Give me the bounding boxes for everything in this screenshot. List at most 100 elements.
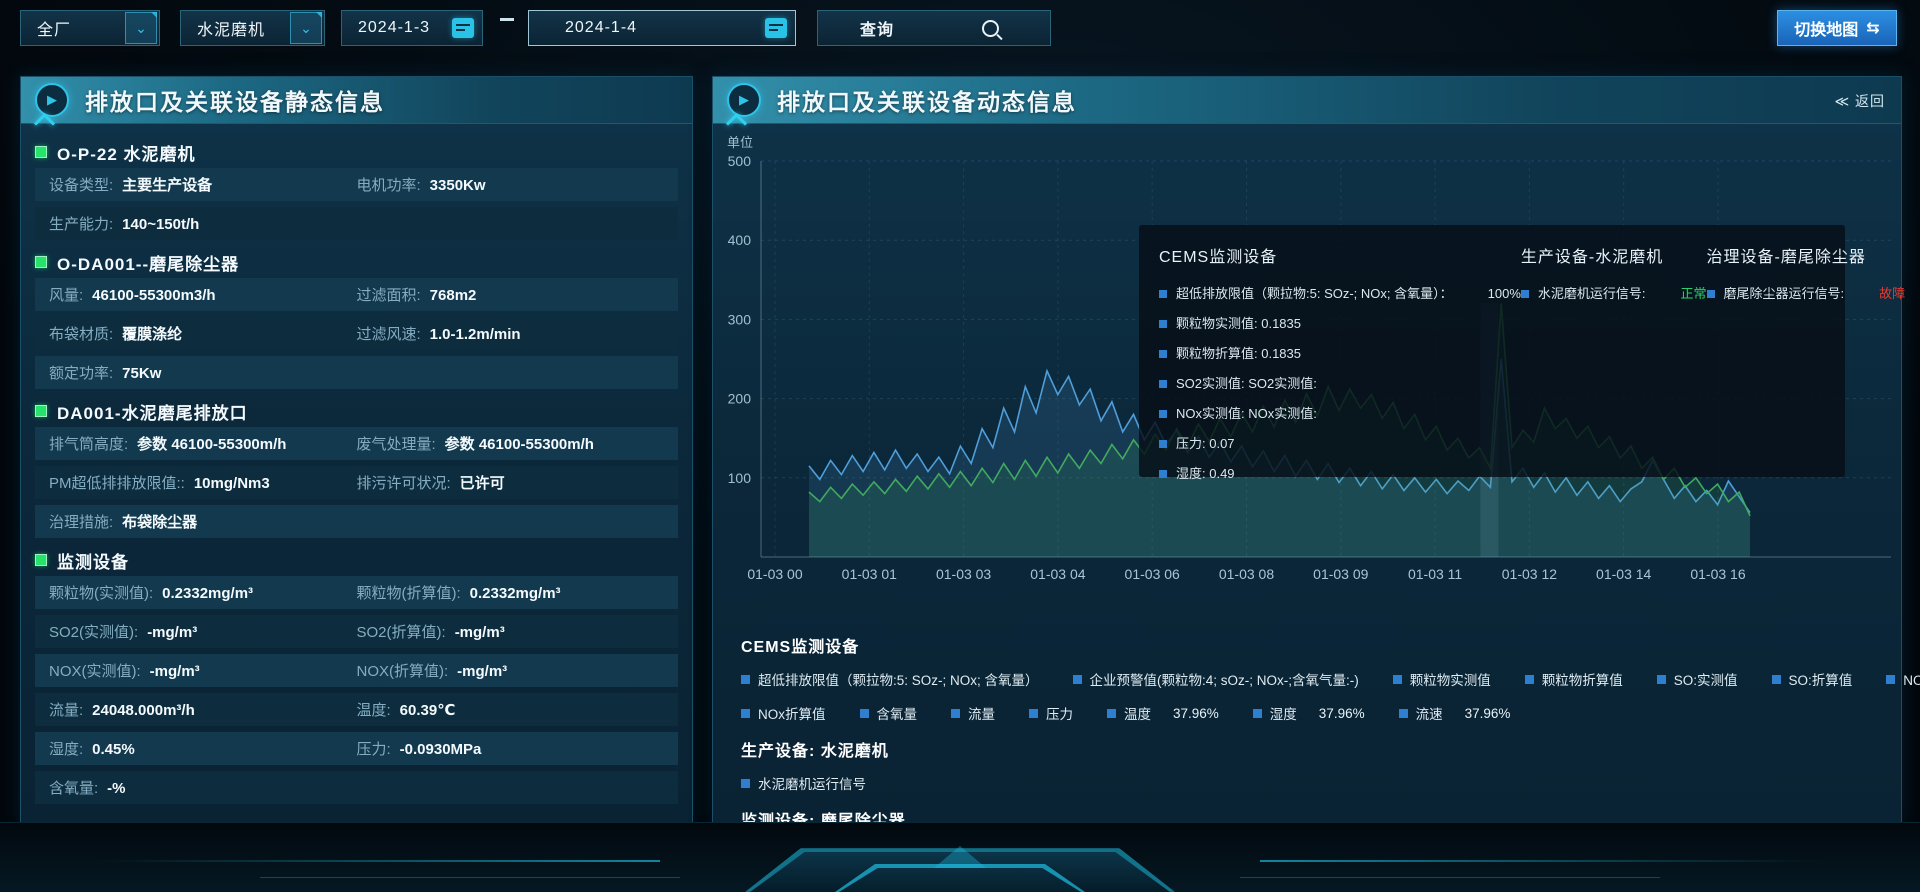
info-label: 压力: [357, 738, 391, 759]
chevron-down-icon[interactable]: ⌄ [290, 12, 322, 44]
section-header: 监测设备 [35, 544, 678, 576]
legend-square-icon [1657, 675, 1666, 684]
info-row: 设备类型:主要生产设备电机功率:3350Kw [35, 168, 678, 201]
legend-square-icon [1159, 470, 1167, 478]
legend-item[interactable]: 颗粒物实测值 [1393, 669, 1491, 689]
info-cell: 排污许可状况:已许可 [357, 472, 665, 493]
legend-item[interactable]: 流速37.96% [1399, 703, 1511, 723]
x-axis-tick-label: 01-03 14 [1596, 566, 1651, 582]
info-cell: 排气筒高度: 参数 46100-55300m/h [49, 433, 357, 454]
legend-item[interactable]: 颗粒物折算值 [1525, 669, 1623, 689]
legend-square-icon [1159, 380, 1167, 388]
legend-item-label: NOx实测值 [1903, 669, 1920, 689]
info-value: 0.45% [92, 741, 135, 758]
info-value: 24048.000m³/h [92, 702, 195, 719]
info-label: 湿度: [49, 738, 83, 759]
info-value: 0.2332mg/m³ [162, 585, 253, 602]
legend-item[interactable]: 含氧量 [860, 703, 918, 723]
chevron-down-icon[interactable]: ⌄ [125, 12, 157, 44]
y-axis-tick-label: 300 [728, 311, 752, 327]
legend-item[interactable]: 湿度37.96% [1253, 703, 1365, 723]
info-value: -mg/m³ [150, 663, 200, 680]
decor-line [260, 877, 680, 878]
tooltip-item-text: NOx实测值: NOx实测值: [1176, 403, 1317, 422]
info-cell: NOX(实测值): -mg/m³ [49, 660, 357, 681]
info-cell: PM超低排排放限值::10mg/Nm3 [49, 472, 357, 493]
legend-item[interactable]: NOx折算值 [741, 703, 826, 723]
info-label: 设备类型: [49, 174, 113, 195]
info-label: 过滤面积: [357, 284, 421, 305]
legend-square-icon [951, 709, 960, 718]
date-from-input[interactable]: 2024-1-3 [341, 10, 483, 46]
legend-item[interactable]: 压力 [1029, 703, 1073, 723]
legend-item[interactable]: NOx实测值 [1886, 669, 1920, 689]
green-square-icon [35, 256, 47, 268]
info-row: 颗粒物(实测值):0.2332mg/m³颗粒物(折算值):0.2332mg/m³ [35, 576, 678, 609]
tooltip-treatment-column: 治理设备-磨尾除尘器 磨尾除尘器运行信号: 故障 [1707, 243, 1906, 459]
info-value: -% [107, 780, 125, 797]
production-signal-status: 正常 [1681, 283, 1707, 302]
emissions-line-chart[interactable]: 单位10020030040050001-03 0001-03 0101-03 0… [713, 123, 1903, 823]
back-button[interactable]: ≪ 返回 [1834, 91, 1885, 111]
legend-square-icon [1393, 675, 1402, 684]
legend-square-icon [1159, 440, 1167, 448]
y-axis-tick-label: 500 [728, 153, 752, 169]
legend-item[interactable]: 企业预警值(颗粒物:4; sOz-; NOx-;含氧气量:-) [1073, 669, 1359, 689]
dynamic-info-panel: ▶ 排放口及关联设备动态信息 ≪ 返回 单位10020030040050001-… [712, 76, 1902, 823]
info-value: -mg/m³ [457, 663, 507, 680]
info-row: PM超低排排放限值::10mg/Nm3排污许可状况:已许可 [35, 466, 678, 499]
legend-item[interactable]: 流量 [951, 703, 995, 723]
calendar-icon[interactable] [452, 18, 474, 38]
x-axis-tick-label: 01-03 11 [1408, 566, 1462, 582]
info-row: 湿度:0.45%压力:-0.0930MPa [35, 732, 678, 765]
legend-square-icon [1029, 709, 1038, 718]
treatment-signal-status: 故障 [1879, 283, 1905, 302]
info-cell: SO2(实测值):-mg/m³ [49, 621, 357, 642]
tooltip-item-text: SO2实测值: SO2实测值: [1176, 373, 1317, 392]
info-cell: 过滤风速:1.0-1.2m/min [357, 323, 665, 344]
info-cell: 流量:24048.000m³/h [49, 699, 357, 720]
legend-item[interactable]: SO:实测值 [1657, 669, 1738, 689]
info-cell: 治理措施:布袋除尘器 [49, 511, 357, 532]
plant-select[interactable]: 全厂 ⌄ [20, 10, 160, 46]
query-button[interactable]: 查询 [817, 10, 1051, 46]
info-row: 风量:46100-55300m3/h过滤面积:768m2 [35, 278, 678, 311]
info-label: 布袋材质: [49, 323, 113, 344]
info-value: 10mg/Nm3 [194, 475, 270, 492]
production-group-items: 水泥磨机运行信号 [741, 773, 1881, 793]
legend-item-label: 颗粒物折算值 [1542, 669, 1623, 689]
static-info-list: O-P-22 水泥磨机设备类型:主要生产设备电机功率:3350Kw生产能力:14… [21, 124, 692, 804]
legend-row-1: 超低排放限值（颗拉物:5: SOz-; NOx; 含氧量） 企业预警值(颗粒物:4… [741, 669, 1881, 689]
legend-item[interactable]: 超低排放限值（颗拉物:5: SOz-; NOx; 含氧量） [741, 669, 1039, 689]
tooltip-cems-column: CEMS监测设备 超低排放限值（颗拉物:5: SOz-; NOx; 含氧量）：1… [1159, 243, 1521, 459]
tooltip-production-item: 水泥磨机运行信号: 正常 [1521, 283, 1707, 302]
info-row: NOX(实测值):-mg/m³NOX(折算值):-mg/m³ [35, 654, 678, 687]
green-square-icon [35, 554, 47, 566]
info-label: 电机功率: [357, 174, 421, 195]
info-value: 140~150t/h [122, 216, 199, 233]
tooltip-item: 超低排放限值（颗拉物:5: SOz-; NOx; 含氧量）：100% [1159, 283, 1521, 302]
tooltip-item: 湿度: 0.49 [1159, 463, 1521, 482]
info-label: NOX(实测值): [49, 660, 141, 681]
info-value: 参数 46100-55300m/h [137, 433, 286, 454]
device-select[interactable]: 水泥磨机 ⌄ [180, 10, 325, 46]
tooltip-production-title: 生产设备-水泥磨机 [1521, 243, 1707, 267]
info-value: 0.2332mg/m³ [470, 585, 561, 602]
tooltip-item-text: 超低排放限值（颗拉物:5: SOz-; NOx; 含氧量）： [1176, 283, 1453, 302]
section-header: O-DA001--磨尾除尘器 [35, 246, 678, 278]
legend-item-label: SO:折算值 [1789, 669, 1853, 689]
production-group-header: 生产设备: 水泥磨机 [741, 737, 1881, 761]
legend-item[interactable]: SO:折算值 [1772, 669, 1853, 689]
date-to-input[interactable]: 2024-1-4 [528, 10, 796, 46]
info-cell: 布袋材质:覆膜涤纶 [49, 323, 357, 344]
info-label: PM超低排排放限值:: [49, 472, 185, 493]
switch-map-button[interactable]: 切换地图 ⇆ [1777, 10, 1897, 46]
info-row: 治理措施:布袋除尘器 [35, 505, 678, 538]
signal-item: 水泥磨机运行信号 [741, 773, 1881, 793]
bottom-tech-frame [0, 822, 1920, 892]
info-label: 含氧量: [49, 777, 98, 798]
legend-item[interactable]: 温度37.96% [1107, 703, 1219, 723]
info-label: 排气筒高度: [49, 433, 128, 454]
calendar-icon[interactable] [765, 18, 787, 38]
info-value: 46100-55300m3/h [92, 287, 215, 304]
